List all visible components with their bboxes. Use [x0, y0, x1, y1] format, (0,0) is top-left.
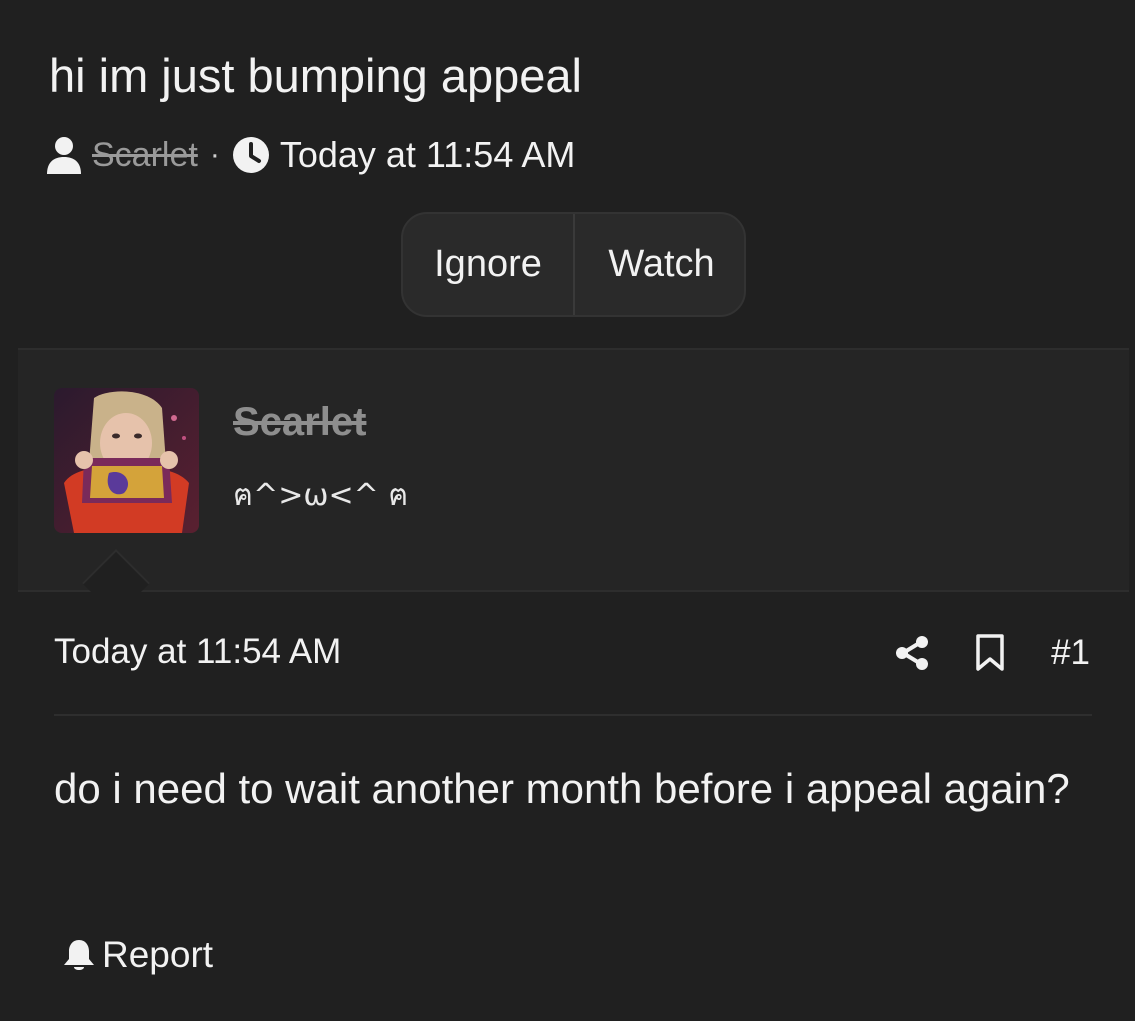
post-actions: #1 — [895, 630, 1090, 676]
share-icon[interactable] — [895, 635, 929, 671]
watch-button[interactable]: Watch — [575, 214, 744, 315]
report-button[interactable]: Report — [62, 930, 213, 980]
meta-separator: · — [209, 138, 220, 171]
user-card-arrow — [82, 549, 150, 617]
thread-timestamp[interactable]: Today at 11:54 AM — [280, 134, 576, 176]
user-icon — [46, 136, 82, 174]
thread-page: hi im just bumping appeal Scarlet · Toda… — [0, 0, 1135, 1021]
clock-icon — [232, 136, 270, 174]
post-body: do i need to wait another month before i… — [54, 765, 1070, 812]
post-number-link[interactable]: #1 — [1051, 633, 1090, 673]
avatar[interactable] — [54, 388, 199, 533]
thread-title: hi im just bumping appeal — [49, 49, 582, 102]
bookmark-icon[interactable] — [975, 634, 1005, 672]
post-user-card: Scarlet ฅ^>ω<^ ฅ — [18, 348, 1129, 617]
post-username[interactable]: Scarlet — [233, 400, 366, 445]
post-divider — [54, 714, 1092, 716]
thread-action-buttons: Ignore Watch — [401, 212, 746, 317]
report-label: Report — [102, 934, 214, 975]
thread-meta: Scarlet · Today at 11:54 AM — [46, 132, 575, 178]
user-title: ฅ^>ω<^ ฅ — [233, 478, 409, 513]
post-timestamp[interactable]: Today at 11:54 AM — [54, 632, 341, 672]
thread-author-link[interactable]: Scarlet — [92, 136, 198, 175]
bell-icon — [62, 937, 96, 973]
ignore-button[interactable]: Ignore — [403, 214, 575, 315]
